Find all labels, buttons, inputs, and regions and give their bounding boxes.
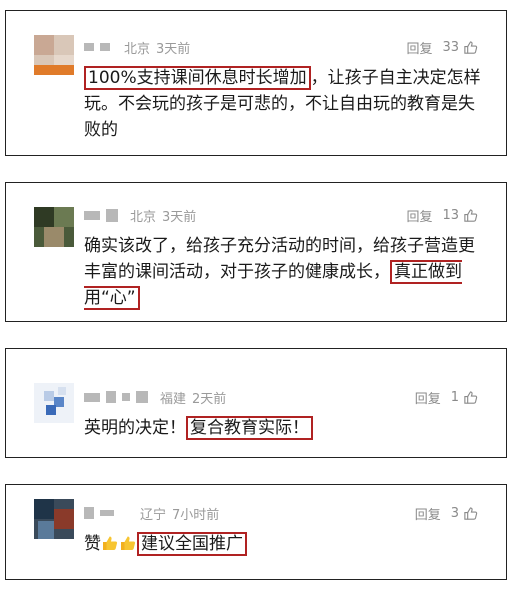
comment-text: 100%支持课间休息时长增加 ，让孩子自主决定怎样玩。不会玩的孩子是可悲的，不让自… <box>84 65 484 143</box>
comment-actions: 回复 33 <box>406 37 478 57</box>
comment-actions: 回复 13 <box>406 205 478 225</box>
masked-username <box>84 43 94 51</box>
like-button[interactable]: 3 <box>451 506 478 521</box>
masked-username <box>84 210 100 220</box>
thumbs-up-icon <box>464 208 478 222</box>
thumbs-up-icon <box>464 40 478 54</box>
comment-meta: 北京 3天前 <box>84 37 190 57</box>
highlighted-text: 100%支持课间休息时长增加 <box>84 66 311 90</box>
like-button[interactable]: 1 <box>451 390 478 405</box>
comment-location: 北京 <box>130 209 157 225</box>
comment-time: 3天前 <box>162 209 197 225</box>
masked-username <box>100 510 114 516</box>
masked-username <box>122 393 130 401</box>
masked-username <box>84 507 94 519</box>
comment-card: 北京 3天前 回复 13 确实该改了，给孩子充分活动的时间，给孩子营造更丰富的课… <box>5 182 507 322</box>
like-count: 1 <box>450 389 459 405</box>
comment-text: 英明的决定！ 复合教育实际！ <box>84 415 484 441</box>
like-count: 13 <box>442 207 459 223</box>
thumbs-up-icon <box>464 506 478 520</box>
comment-meta: 福建 2天前 <box>84 387 226 407</box>
masked-username <box>106 208 118 222</box>
comment-location: 北京 <box>124 41 151 57</box>
comment-actions: 回复 1 <box>415 387 478 407</box>
reply-button[interactable]: 回复 <box>415 504 441 523</box>
avatar[interactable] <box>34 383 74 423</box>
like-button[interactable]: 13 <box>442 208 478 223</box>
comment-card: 福建 2天前 回复 1 英明的决定！ 复合教育实际！ <box>5 348 507 458</box>
like-count: 3 <box>450 505 459 521</box>
comment-time: 3天前 <box>156 41 191 57</box>
comment-meta: 辽宁 7小时前 <box>84 503 219 523</box>
like-count: 33 <box>442 39 459 55</box>
masked-username <box>136 391 148 403</box>
highlighted-text: 建议全国推广 <box>137 532 247 556</box>
comment-text-before: 英明的决定！ <box>84 418 186 438</box>
masked-username <box>100 43 110 51</box>
thumbs-up-icon <box>464 390 478 404</box>
comment-text-before: 赞 <box>84 534 101 554</box>
comment-text: 确实该改了，给孩子充分活动的时间，给孩子营造更丰富的课间活动，对于孩子的健康成长… <box>84 233 484 311</box>
thumbs-up-emoji <box>121 536 136 550</box>
comment-text: 赞 建议全国推广 <box>84 531 484 557</box>
reply-button[interactable]: 回复 <box>406 206 432 225</box>
avatar[interactable] <box>34 35 74 75</box>
reply-button[interactable]: 回复 <box>415 388 441 407</box>
avatar[interactable] <box>34 207 74 247</box>
reply-button[interactable]: 回复 <box>406 38 432 57</box>
comment-meta: 北京 3天前 <box>84 205 196 225</box>
masked-username <box>106 391 116 403</box>
comment-location: 辽宁 <box>140 507 167 523</box>
comment-card: 北京 3天前 回复 33 100%支持课间休息时长增加 ，让孩子自主决定怎样玩。不… <box>5 10 507 156</box>
comment-location: 福建 <box>160 391 187 407</box>
comment-actions: 回复 3 <box>415 503 478 523</box>
comment-card: 辽宁 7小时前 回复 3 赞 建议全国推广 <box>5 484 507 580</box>
highlighted-text: 复合教育实际！ <box>186 416 313 440</box>
avatar[interactable] <box>34 499 74 539</box>
masked-username <box>84 392 100 402</box>
like-button[interactable]: 33 <box>442 40 478 55</box>
thumbs-up-emoji <box>103 536 118 550</box>
comment-time: 2天前 <box>192 391 227 407</box>
comment-time: 7小时前 <box>172 507 220 523</box>
